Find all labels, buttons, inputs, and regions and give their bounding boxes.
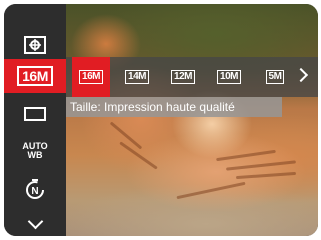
option-12m[interactable]: 12M (164, 57, 202, 97)
resolution-icon: 16M (17, 66, 53, 86)
option-14m[interactable]: 14M (118, 57, 156, 97)
option-description: Taille: Impression haute qualité (66, 97, 282, 117)
quality-rectangle-icon (24, 107, 46, 121)
menu-sidebar: 16M AUTO WB N (4, 4, 66, 236)
resolution-button[interactable]: 16M (4, 59, 66, 93)
option-5m[interactable]: 5M (256, 57, 294, 97)
metering-button[interactable] (4, 28, 66, 62)
metering-icon (24, 36, 46, 54)
chevron-right-icon[interactable] (293, 67, 309, 83)
resolution-strip: 16M 14M 12M 10M 5M (66, 57, 318, 97)
quality-button[interactable] (4, 97, 66, 131)
option-16m[interactable]: 16M (72, 57, 110, 97)
option-10m[interactable]: 10M (210, 57, 248, 97)
svg-text:N: N (31, 186, 38, 197)
white-balance-button[interactable]: AUTO WB (4, 134, 66, 168)
white-balance-icon: AUTO WB (22, 141, 48, 160)
chevron-down-icon (27, 213, 43, 229)
self-timer-icon: N (26, 179, 44, 199)
scroll-down-button[interactable] (4, 206, 66, 236)
camera-screen: 16M AUTO WB N 16M 14M 12M 10M 5M Taille:… (4, 4, 318, 236)
live-view-photo (66, 4, 318, 236)
self-timer-button[interactable]: N (4, 172, 66, 206)
